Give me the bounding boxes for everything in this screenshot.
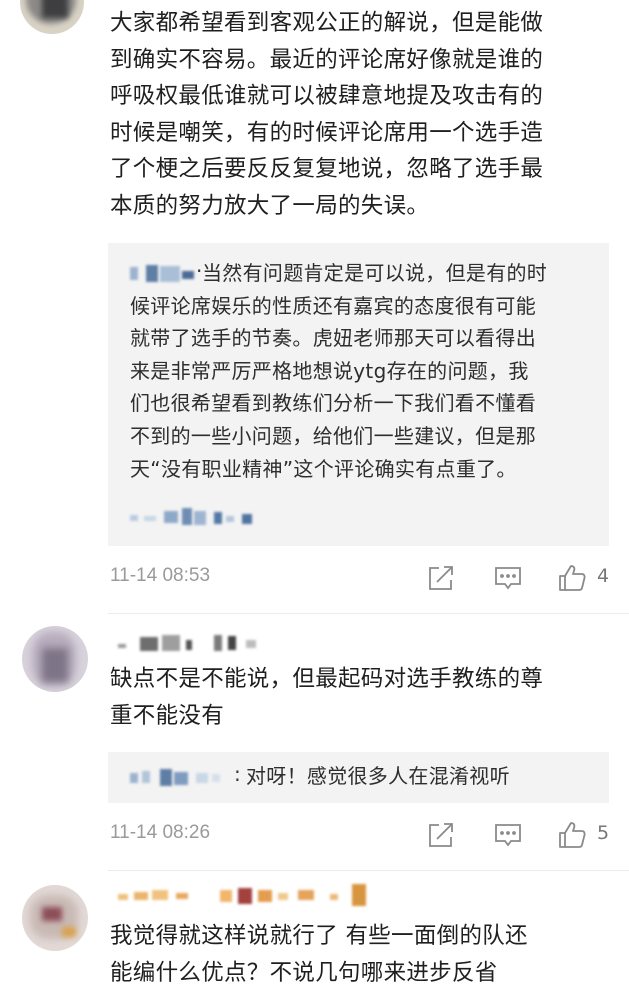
avatar-image-accent — [62, 927, 76, 937]
like-count: 4 — [597, 565, 610, 587]
comment-meta-row: 11-14 08:26 5 — [108, 820, 618, 850]
comment-icon — [495, 567, 521, 590]
avatar[interactable] — [22, 885, 88, 951]
avatar-image-highlight — [42, 648, 68, 682]
comment-button[interactable] — [493, 563, 523, 593]
share-button[interactable] — [426, 820, 456, 850]
comment-icon — [495, 824, 521, 847]
share-icon — [429, 823, 453, 847]
reply-more-blurred[interactable] — [130, 507, 270, 527]
comment-text: 大家都希望看到客观公正的解说，但是能做 到确实不容易。最近的评论席好像就是谁的 … — [110, 10, 544, 219]
like-count: 5 — [597, 822, 610, 844]
comment-timestamp: 11-14 08:53 — [110, 565, 211, 586]
divider — [108, 613, 629, 614]
reply-box[interactable]: : 对呀！感觉很多人在混淆视听 — [108, 752, 609, 803]
avatar-image-highlight — [42, 907, 62, 921]
avatar[interactable] — [20, 0, 84, 34]
comment-button[interactable] — [493, 820, 523, 850]
reply-text: 对呀！感觉很多人在混淆视听 — [246, 764, 510, 788]
comment-timestamp: 11-14 08:26 — [110, 822, 211, 843]
comment-meta-row: 11-14 08:53 4 — [108, 563, 618, 593]
commenter-name-blurred[interactable] — [118, 884, 378, 910]
reply-username-blurred[interactable] — [130, 767, 230, 787]
comment-text: 缺点不是不能说，但最起码对选手教练的尊 重不能没有 — [110, 666, 544, 729]
reply-box[interactable]: . 当然有问题肯定是可以说，但是有的时 候评论席娱乐的性质还有嘉宾的态度很有可能… — [108, 243, 609, 546]
avatar-image-highlight — [42, 0, 68, 18]
thumbs-up-icon — [559, 565, 586, 591]
like-button[interactable] — [557, 820, 587, 850]
commenter-name-blurred[interactable] — [118, 632, 268, 654]
share-icon — [429, 566, 453, 590]
reply-separator: : — [234, 762, 241, 786]
divider — [108, 870, 629, 871]
avatar[interactable] — [22, 626, 88, 692]
thumbs-up-icon — [559, 822, 586, 848]
share-button[interactable] — [426, 563, 456, 593]
comment-text: 我觉得就这样说就行了 有些一面倒的队还 能编什么优点？不说几句哪来进步反省 — [110, 923, 528, 986]
like-button[interactable] — [557, 563, 587, 593]
reply-text: 当然有问题肯定是可以说，但是有的时 候评论席娱乐的性质还有嘉宾的态度很有可能 就… — [130, 261, 548, 481]
